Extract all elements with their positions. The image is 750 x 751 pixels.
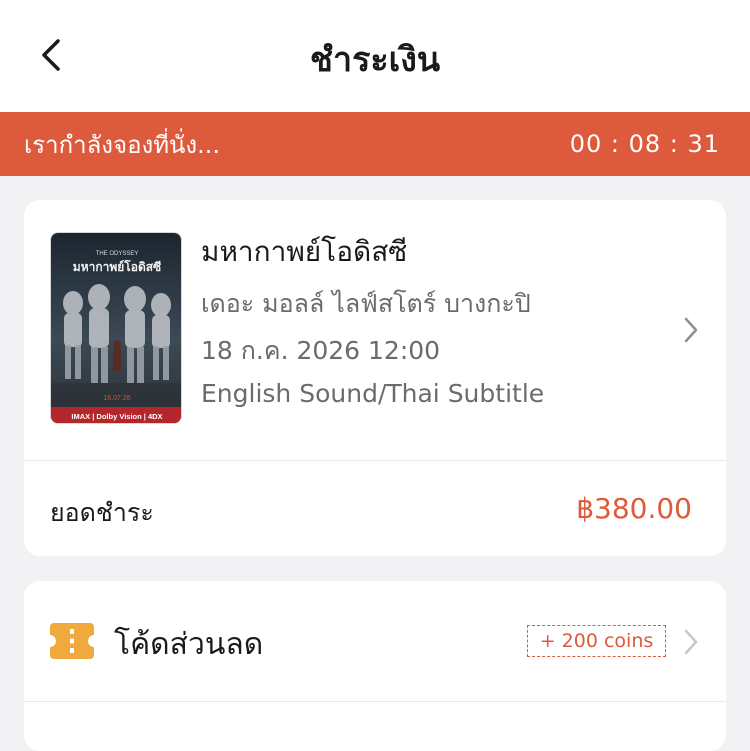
booking-summary-card: THE ODYSSEY มหากาพย์โอดิสซี 16.07.26 IMA…: [24, 200, 726, 556]
total-label: ยอดชำระ: [50, 498, 154, 527]
coupon-ticket-icon: [50, 623, 94, 659]
poster-title: มหากาพย์โอดิสซี: [73, 259, 161, 274]
promo-code-label: โค้ดส่วนลด: [114, 627, 264, 662]
cinema-name: เดอะ มอลล์ ไลฟ์สโตร์ บางกะปิ: [201, 289, 531, 318]
poster-date: 16.07.26: [103, 395, 130, 402]
countdown-timer: 00 : 08 : 31: [569, 130, 720, 158]
chevron-right-icon: [682, 627, 700, 657]
card-divider: [24, 701, 726, 702]
total-amount: ฿380.00: [576, 492, 692, 525]
movie-details-row[interactable]: THE ODYSSEY มหากาพย์โอดิสซี 16.07.26 IMA…: [24, 200, 726, 460]
card-divider: [24, 460, 726, 461]
poster-formats: IMAX | Dolby Vision | 4DX: [71, 412, 162, 421]
poster-title-en: THE ODYSSEY: [96, 251, 139, 257]
movie-poster: THE ODYSSEY มหากาพย์โอดิสซี 16.07.26 IMA…: [50, 232, 182, 424]
top-navigation-bar: ชำระเงิน: [0, 0, 750, 112]
promo-code-row[interactable]: โค้ดส่วนลด + 200 coins: [24, 581, 726, 701]
reserving-seats-message: เรากำลังจองที่นั่ง...: [24, 130, 221, 159]
chevron-right-icon: [682, 315, 700, 345]
showtime: 18 ก.ค. 2026 12:00: [201, 336, 441, 365]
audio-subtitle: English Sound/Thai Subtitle: [201, 379, 545, 408]
movie-title: มหากาพย์โอดิสซี: [201, 235, 408, 268]
coins-badge: + 200 coins: [527, 625, 666, 657]
page-title: ชำระเงิน: [309, 40, 441, 80]
promo-card: โค้ดส่วนลด + 200 coins: [24, 581, 726, 751]
booking-timer-banner: เรากำลังจองที่นั่ง... 00 : 08 : 31: [0, 112, 750, 176]
